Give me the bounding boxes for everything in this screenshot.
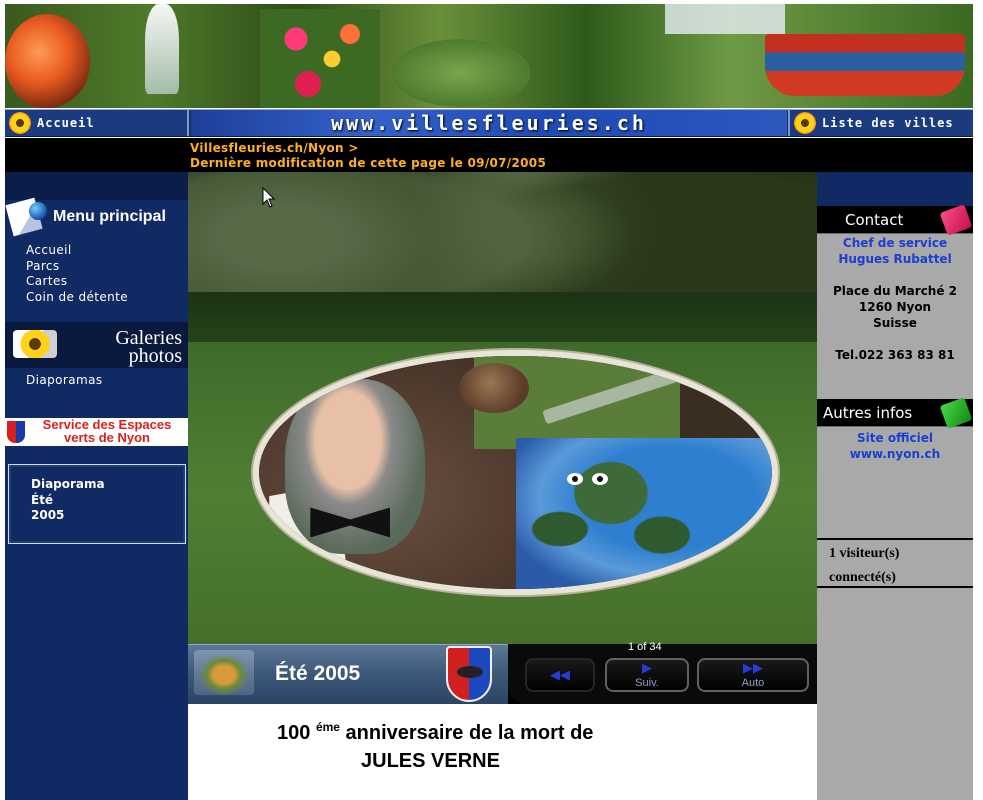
mosaic-octopus — [525, 444, 696, 565]
visitor-connected: connecté(s) — [829, 570, 896, 585]
left-sidebar-top — [5, 172, 188, 200]
slide-caption-area — [188, 704, 817, 800]
flowerbed-decoration — [260, 9, 380, 108]
sky-decoration — [665, 4, 785, 34]
villes-fleuries-logo — [194, 650, 254, 695]
other-info-heading-label: Autres infos — [823, 403, 913, 422]
flower-camera-icon — [13, 330, 57, 358]
last-modified-text: Dernière modification de cette page le 0… — [190, 156, 547, 170]
playground-boat-decoration — [765, 34, 965, 96]
photo-galleries-header: Galeries photos — [5, 322, 188, 368]
service-banner-text: Service des Espaces verts de Nyon — [27, 418, 187, 445]
rewind-icon: ◀◀ — [550, 667, 570, 683]
sunflower-icon — [9, 112, 31, 134]
breadcrumb-link-nyon[interactable]: Villesfleuries.ch/Nyon — [190, 141, 344, 155]
next-slide-button[interactable]: ▶ Suiv. — [605, 658, 689, 692]
info-book-icon — [939, 397, 973, 429]
service-espaces-verts-banner[interactable]: Service des Espaces verts de Nyon — [5, 418, 188, 446]
fast-forward-icon: ▶▶ — [743, 660, 763, 676]
mosaic-balloon — [459, 362, 530, 413]
galleries-title-line2: photos — [128, 345, 182, 367]
menu-item-home[interactable]: Accueil — [26, 243, 128, 259]
menu-item-parks[interactable]: Parcs — [26, 259, 128, 275]
photo-galleries-title: Galeries photos — [115, 328, 182, 367]
caption-number: 100 — [277, 722, 311, 744]
fountain-decoration — [145, 4, 179, 94]
play-icon: ▶ — [642, 660, 652, 676]
slideshows-link[interactable]: Diaporamas — [26, 373, 102, 387]
menu-item-relax-corner[interactable]: Coin de détente — [26, 290, 128, 306]
floral-mosaic-jules-verne — [253, 350, 778, 595]
other-info-heading: Autres infos — [817, 397, 973, 429]
contact-address-line2: 1260 Nyon — [858, 300, 932, 314]
nav-cities-label: Liste des villes — [822, 116, 954, 130]
contact-address-line1: Place du Marché 2 — [832, 284, 958, 298]
main-menu-title: Menu principal — [53, 208, 166, 225]
floral-medallion-decoration — [390, 39, 530, 107]
contact-address-line3: Suisse — [873, 316, 917, 330]
nyon-emblem-icon — [7, 421, 25, 443]
auto-play-button[interactable]: ▶▶ Auto — [697, 658, 809, 692]
nyon-coat-of-arms-icon — [446, 646, 492, 702]
nav-cities-link[interactable]: Liste des villes — [788, 110, 973, 136]
sunflower-icon — [794, 112, 816, 134]
breadcrumb: Villesfleuries.ch/Nyon > — [190, 141, 359, 156]
mouse-cursor-icon — [262, 187, 276, 208]
main-menu-list: Accueil Parcs Cartes Coin de détente — [26, 243, 128, 305]
caption-rest: anniversaire de la mort de — [345, 722, 594, 744]
globe-icon — [29, 202, 47, 220]
menu-item-maps[interactable]: Cartes — [26, 274, 128, 290]
current-slideshow-box: Diaporama Été 2005 — [8, 464, 186, 544]
contact-details: Chef de service Hugues Rubattel Place du… — [817, 235, 973, 363]
visitor-count: 1 visiteur(s) — [829, 546, 900, 561]
contact-heading-label: Contact — [845, 210, 904, 229]
slideshow-photo[interactable] — [188, 172, 817, 644]
slideshow-box-line3: 2005 — [31, 508, 65, 522]
header-banner-image — [5, 4, 973, 108]
nav-home-link[interactable]: Accueil — [5, 110, 189, 136]
auto-play-label: Auto — [741, 676, 765, 689]
slideshow-box-line1: Diaporama — [31, 477, 105, 491]
official-site-url: www.nyon.ch — [849, 447, 941, 461]
mosaic-eye-right — [592, 472, 609, 485]
breadcrumb-separator: > — [348, 141, 359, 155]
contact-phone: Tel.022 363 83 81 — [835, 348, 955, 362]
official-site-link[interactable]: Site officiel www.nyon.ch — [817, 430, 973, 462]
contact-name[interactable]: Hugues Rubattel — [817, 251, 973, 267]
slide-caption-line1: 100 éme anniversaire de la mort de — [277, 720, 594, 745]
caption-superscript: éme — [315, 720, 340, 734]
right-sidebar-top — [817, 172, 973, 206]
mosaic-portrait — [284, 379, 425, 555]
fish-icon — [457, 666, 483, 678]
slideshow-box-line2: Été — [31, 492, 54, 507]
contact-heading: Contact — [817, 204, 973, 236]
top-navigation-bar: Accueil www.villesfleuries.ch Liste des … — [5, 109, 973, 137]
visitor-counter: 1 visiteur(s) connecté(s) — [817, 538, 973, 588]
main-menu-header: Menu principal — [5, 197, 188, 237]
nav-home-label: Accueil — [37, 116, 95, 130]
previous-slide-button[interactable]: ◀◀ — [525, 658, 595, 692]
slide-counter: 1 of 34 — [628, 641, 662, 653]
next-slide-label: Suiv. — [635, 676, 659, 689]
site-url-title: www.villesfleuries.ch — [191, 110, 787, 136]
slideshow-title: Été 2005 — [275, 662, 361, 685]
official-site-label: Site officiel — [857, 431, 933, 445]
service-line2: verts de Nyon — [64, 429, 150, 445]
rose-decoration — [5, 14, 90, 108]
contact-role[interactable]: Chef de service — [817, 235, 973, 251]
mosaic-eye-left — [566, 472, 583, 485]
contact-book-icon — [939, 204, 973, 236]
slide-caption-line2: JULES VERNE — [361, 750, 500, 772]
